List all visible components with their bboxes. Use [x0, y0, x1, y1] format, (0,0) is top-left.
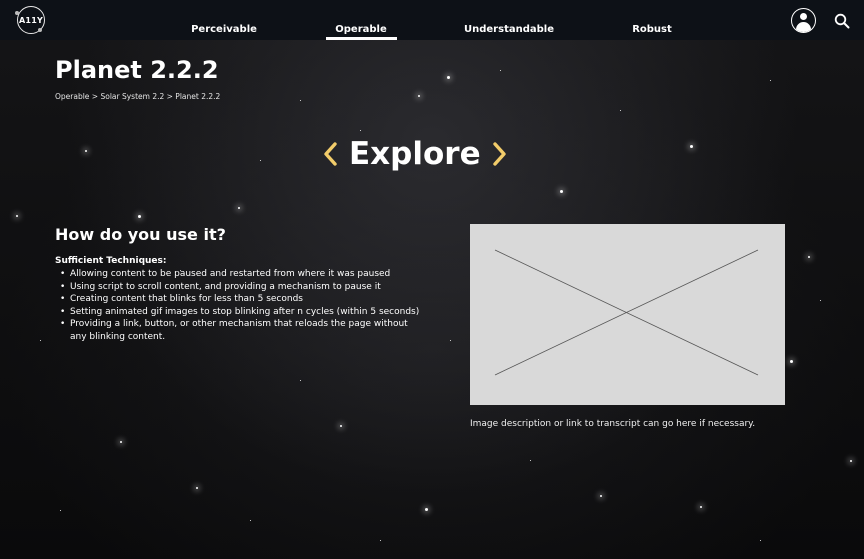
section-heading: How do you use it? — [55, 225, 226, 244]
logo-orbit-dot — [38, 28, 42, 32]
nav-item-understandable[interactable]: Understandable — [464, 24, 554, 35]
list-item: Setting animated gif images to stop blin… — [55, 306, 425, 319]
list-item: Providing a link, button, or other mecha… — [55, 318, 425, 343]
techniques-title: Sufficient Techniques: — [55, 256, 167, 266]
list-item: Allowing content to be paused and restar… — [55, 268, 425, 281]
active-nav-indicator — [326, 37, 397, 40]
search-icon[interactable] — [834, 13, 850, 29]
list-item: Using script to scroll content, and prov… — [55, 281, 425, 294]
a11y-logo[interactable]: A11Y — [15, 6, 45, 34]
nav-item-perceivable[interactable]: Perceivable — [191, 24, 257, 35]
explore-navigator: Explore — [321, 134, 509, 174]
profile-icon[interactable] — [791, 8, 816, 33]
list-item: Creating content that blinks for less th… — [55, 293, 425, 306]
techniques-list: Allowing content to be paused and restar… — [55, 268, 425, 344]
nav-item-robust[interactable]: Robust — [632, 24, 672, 35]
image-caption: Image description or link to transcript … — [470, 419, 756, 429]
image-placeholder — [470, 224, 785, 405]
breadcrumb[interactable]: Operable > Solar System 2.2 > Planet 2.2… — [55, 92, 220, 101]
explore-label: Explore — [349, 136, 481, 172]
logo-orbit-dot — [15, 11, 19, 15]
chevron-right-icon[interactable] — [489, 139, 509, 169]
top-navigation-bar: A11Y Perceivable Operable Understandable… — [0, 0, 864, 40]
placeholder-cross-icon — [494, 249, 759, 376]
chevron-left-icon[interactable] — [321, 139, 341, 169]
nav-item-operable[interactable]: Operable — [335, 24, 387, 35]
page-title: Planet 2.2.2 — [55, 56, 219, 84]
logo-text: A11Y — [19, 15, 43, 25]
